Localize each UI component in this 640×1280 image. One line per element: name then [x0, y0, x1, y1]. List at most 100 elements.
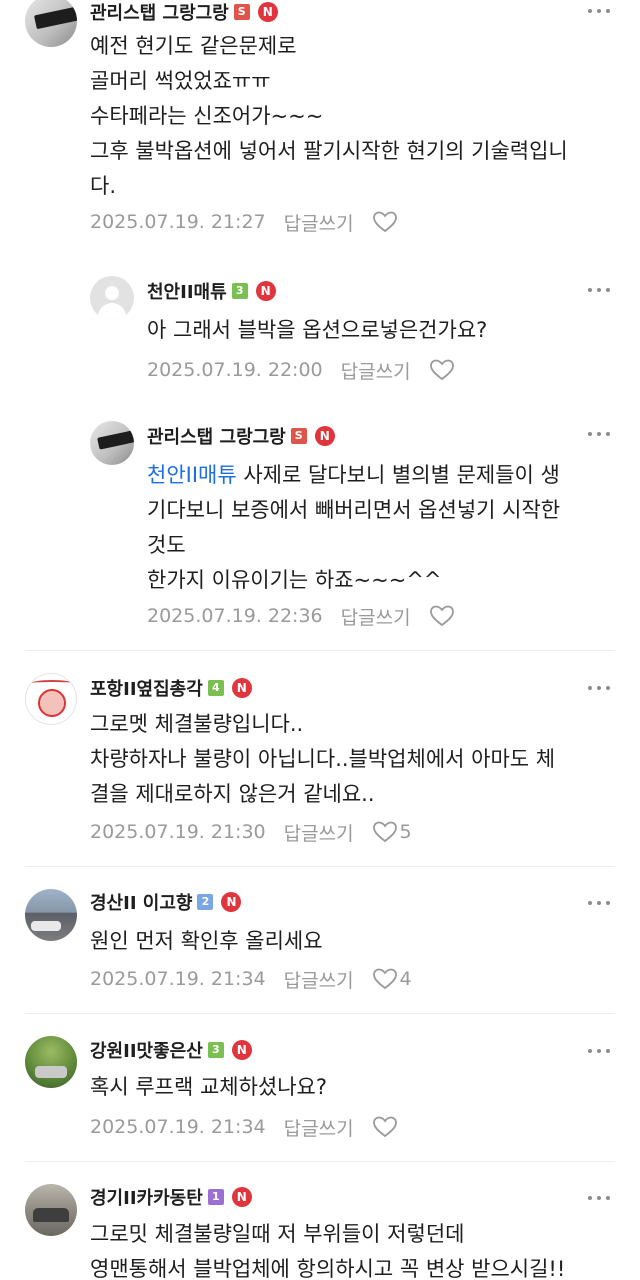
comment-header: 관리스탭 그랑그랑 S N	[147, 421, 335, 451]
comment-line: 한가지 이유이기는 하죠~~~^^	[147, 568, 442, 592]
new-badge-icon: N	[257, 2, 278, 22]
more-options-button[interactable]	[588, 677, 610, 699]
more-options-button[interactable]	[588, 423, 610, 445]
comment-header: 포항II옆집총각 4 N	[90, 673, 252, 703]
comment-header: 경기II카카동탄 1 N	[90, 1182, 252, 1212]
level-badge-icon: 3	[231, 283, 248, 299]
more-options-button[interactable]	[588, 1187, 610, 1209]
comment-line: 천안II매튜 사제로 달다보니 별의별 문제들이 생	[147, 458, 617, 493]
level-badge-icon: 4	[207, 680, 224, 696]
comment-text: 천안II매튜 사제로 달다보니 별의별 문제들이 생 기다보니 보증에서 빼버리…	[147, 458, 617, 598]
staff-badge-icon: S	[290, 428, 307, 444]
heart-outline-icon	[429, 359, 454, 381]
heart-outline-icon	[429, 605, 454, 627]
comment-text: 예전 현기도 같은문제로 골머리 썩었었죠ㅠㅠ 수타페라는 신조어가~~~ 그후…	[90, 29, 615, 204]
comment-line: 결을 제대로하지 않은거 같네요..	[90, 782, 375, 806]
nickname[interactable]: 경기II카카동탄	[90, 1184, 203, 1210]
nickname[interactable]: 관리스탭 그랑그랑	[147, 423, 286, 449]
comment-line-rest: 사제로 달다보니 별의별 문제들이 생	[236, 463, 560, 487]
avatar[interactable]	[25, 1036, 77, 1088]
reply-button[interactable]: 답글쓰기	[341, 603, 411, 630]
like-button[interactable]	[429, 604, 455, 628]
like-button[interactable]	[429, 358, 455, 382]
comment-text: 그로멧 체결불량입니다.. 차량하자나 불량이 아닙니다..블박업체에서 아마도…	[90, 707, 615, 812]
comment-line: 그후 불박옵션에 넣어서 팔기시작한 현기의 기술력입니	[90, 139, 568, 163]
comment-line: 아 그래서 블박을 옵션으로넣은건가요?	[147, 318, 488, 342]
more-options-button[interactable]	[588, 0, 610, 22]
comment-line: 혹시 루프랙 교체하셨나요?	[90, 1075, 328, 1099]
avatar[interactable]	[25, 889, 77, 941]
comment-text: 아 그래서 블박을 옵션으로넣은건가요?	[147, 313, 607, 348]
avatar[interactable]	[25, 0, 77, 47]
reply-button[interactable]: 답글쓰기	[284, 819, 354, 846]
comment-header: 경산II 이고향 2 N	[90, 887, 242, 917]
comment-line: 예전 현기도 같은문제로	[90, 34, 297, 58]
like-button[interactable]: 4	[372, 967, 412, 991]
like-count: 4	[399, 968, 412, 990]
new-badge-icon: N	[255, 281, 276, 301]
reply-button[interactable]: 답글쓰기	[284, 1114, 354, 1141]
comment-header: 천안II매튜 3 N	[147, 276, 276, 306]
nickname[interactable]: 강원II맛좋은산	[90, 1037, 203, 1063]
avatar[interactable]	[90, 421, 134, 465]
comment-line: 골머리 썩었었죠ㅠㅠ	[90, 69, 271, 93]
new-badge-icon: N	[314, 426, 335, 446]
level-badge-icon: 1	[207, 1189, 224, 1205]
reply-button[interactable]: 답글쓰기	[284, 966, 354, 993]
new-badge-icon: N	[231, 1040, 252, 1060]
comment-meta: 2025.07.19. 21:34 답글쓰기	[90, 1112, 398, 1142]
divider	[25, 1161, 615, 1162]
comment-header: 강원II맛좋은산 3 N	[90, 1035, 252, 1065]
like-button[interactable]: 5	[372, 820, 412, 844]
comment-text: 혹시 루프랙 교체하셨나요?	[90, 1070, 615, 1105]
nickname[interactable]: 관리스탭 그랑그랑	[90, 0, 229, 25]
mention-link[interactable]: 천안II매튜	[147, 463, 237, 487]
more-options-button[interactable]	[588, 279, 610, 301]
comment-meta: 2025.07.19. 22:36 답글쓰기	[147, 601, 455, 631]
avatar[interactable]	[90, 276, 134, 320]
divider	[25, 866, 615, 867]
new-badge-icon: N	[231, 678, 252, 698]
nickname[interactable]: 천안II매튜	[147, 278, 227, 304]
more-options-button[interactable]	[588, 892, 610, 914]
heart-outline-icon	[372, 968, 397, 990]
comment-meta: 2025.07.19. 21:30 답글쓰기 5	[90, 817, 412, 847]
comment-line: 차량하자나 불량이 아닙니다..블박업체에서 아마도 체	[90, 747, 556, 771]
comment-header: 관리스탭 그랑그랑 S N	[90, 0, 278, 27]
comment-meta: 2025.07.19. 21:27 답글쓰기	[90, 207, 398, 237]
comment-line: 수타페라는 신조어가~~~	[90, 104, 324, 128]
comment-text: 그로밋 체결불량일때 저 부위들이 저렇던데 영맨통해서 블박업체에 항의하시고…	[90, 1217, 615, 1280]
avatar[interactable]	[25, 1184, 77, 1236]
like-button[interactable]	[372, 1115, 398, 1139]
new-badge-icon: N	[221, 892, 242, 912]
comment-meta: 2025.07.19. 22:00 답글쓰기	[147, 355, 455, 385]
divider	[25, 650, 615, 651]
comment-date: 2025.07.19. 22:36	[147, 605, 323, 627]
level-badge-icon: 3	[207, 1042, 224, 1058]
comment-line: 것도	[147, 533, 186, 557]
heart-outline-icon	[372, 1116, 397, 1138]
comment-line: 다.	[90, 174, 116, 198]
comment-date: 2025.07.19. 21:30	[90, 821, 266, 843]
staff-badge-icon: S	[233, 4, 250, 20]
comment-date: 2025.07.19. 22:00	[147, 359, 323, 381]
like-button[interactable]	[372, 210, 398, 234]
nickname[interactable]: 경산II 이고향	[90, 889, 192, 915]
more-options-button[interactable]	[588, 1040, 610, 1062]
comment-date: 2025.07.19. 21:34	[90, 1116, 266, 1138]
comment-line: 그로멧 체결불량입니다..	[90, 712, 304, 736]
nickname[interactable]: 포항II옆집총각	[90, 675, 203, 701]
reply-button[interactable]: 답글쓰기	[341, 357, 411, 384]
comment-line: 그로밋 체결불량일때 저 부위들이 저렇던데	[90, 1222, 465, 1246]
comment-date: 2025.07.19. 21:34	[90, 968, 266, 990]
comment-text: 원인 먼저 확인후 올리세요	[90, 924, 615, 959]
reply-button[interactable]: 답글쓰기	[284, 209, 354, 236]
comment-meta: 2025.07.19. 21:34 답글쓰기 4	[90, 964, 412, 994]
heart-outline-icon	[372, 821, 397, 843]
heart-outline-icon	[372, 211, 397, 233]
avatar[interactable]	[25, 673, 77, 725]
comment-line: 원인 먼저 확인후 올리세요	[90, 929, 323, 953]
level-badge-icon: 2	[197, 894, 214, 910]
divider	[25, 1013, 615, 1014]
new-badge-icon: N	[231, 1187, 252, 1207]
